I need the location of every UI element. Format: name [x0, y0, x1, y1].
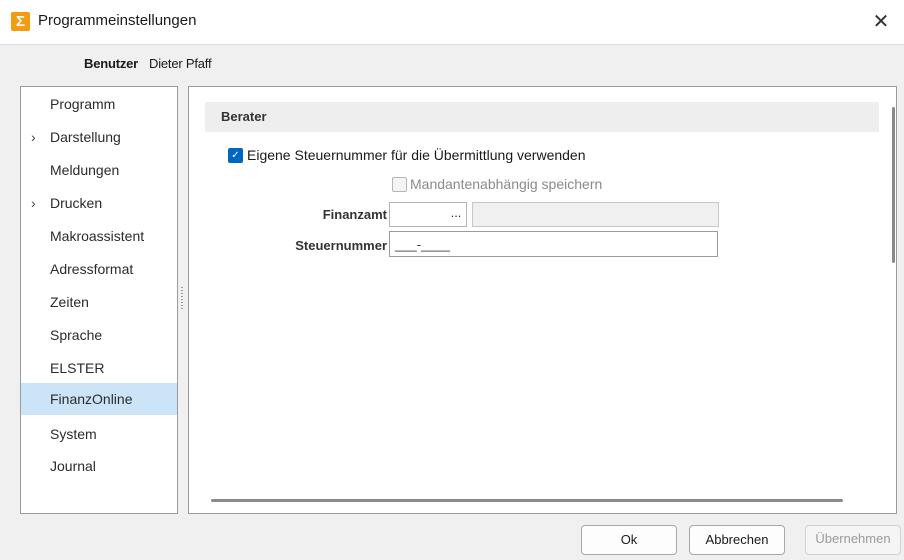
- nav-item-journal[interactable]: Journal: [21, 450, 177, 482]
- cancel-button[interactable]: Abbrechen: [689, 525, 785, 555]
- settings-content: Berater ✓ Eigene Steuernummer für die Üb…: [188, 86, 897, 514]
- nav-item-darstellung[interactable]: › Darstellung: [21, 121, 177, 153]
- ok-button[interactable]: Ok: [581, 525, 677, 555]
- nav-item-label: Adressformat: [50, 261, 134, 277]
- tax-office-code-input[interactable]: [389, 202, 447, 227]
- nav-item-zeiten[interactable]: Zeiten: [21, 286, 177, 318]
- tax-number-label: Steuernummer: [295, 238, 387, 253]
- nav-item-label: Meldungen: [50, 162, 120, 178]
- chevron-right-icon[interactable]: ›: [31, 187, 36, 219]
- user-bar: Benutzer Dieter Pfaff: [0, 45, 904, 77]
- nav-item-label: Journal: [50, 458, 96, 474]
- nav-item-label: ELSTER: [50, 360, 105, 376]
- nav-item-makroassistent[interactable]: Makroassistent: [21, 220, 177, 252]
- nav-item-drucken[interactable]: › Drucken: [21, 187, 177, 219]
- section-header: Berater: [205, 102, 879, 132]
- nav-item-programm[interactable]: Programm: [21, 88, 177, 120]
- nav-item-adressformat[interactable]: Adressformat: [21, 253, 177, 285]
- nav-item-label: Darstellung: [50, 129, 121, 145]
- user-name: Dieter Pfaff: [149, 56, 212, 71]
- nav-item-meldungen[interactable]: Meldungen: [21, 154, 177, 186]
- horizontal-scrollbar[interactable]: [211, 499, 843, 502]
- tax-office-label: Finanzamt: [322, 207, 387, 222]
- vertical-scrollbar[interactable]: [892, 107, 895, 263]
- nav-item-label: Sprache: [50, 327, 103, 343]
- nav-item-system[interactable]: System: [21, 418, 177, 450]
- nav-item-elster[interactable]: ELSTER: [21, 352, 177, 384]
- nav-item-finanzonline[interactable]: FinanzOnline: [21, 383, 177, 415]
- nav-item-label: System: [50, 426, 97, 442]
- tax-office-browse-button[interactable]: ...: [446, 202, 467, 227]
- close-icon[interactable]: ✕: [858, 0, 904, 44]
- per-client-label: Mandantenabhängig speichern: [410, 176, 603, 192]
- tax-office-name-field: [472, 202, 719, 227]
- user-label: Benutzer: [84, 56, 139, 71]
- own-tax-number-label[interactable]: Eigene Steuernummer für die Übermittlung…: [247, 147, 586, 163]
- nav-item-label: Zeiten: [50, 294, 89, 310]
- title-bar: Σ Programmeinstellungen ✕: [0, 0, 904, 45]
- own-tax-number-checkbox[interactable]: ✓: [228, 148, 243, 163]
- tax-number-input[interactable]: ___-____: [389, 231, 718, 257]
- settings-nav: Programm › Darstellung Meldungen › Druck…: [20, 86, 178, 514]
- chevron-right-icon[interactable]: ›: [31, 121, 36, 153]
- splitter-handle[interactable]: [181, 287, 183, 311]
- nav-item-sprache[interactable]: Sprache: [21, 319, 177, 351]
- window-title: Programmeinstellungen: [38, 12, 197, 29]
- nav-item-label: Makroassistent: [50, 228, 145, 244]
- nav-item-label: Drucken: [50, 195, 103, 211]
- nav-item-label: Programm: [50, 96, 116, 112]
- apply-button[interactable]: Übernehmen: [805, 525, 901, 555]
- section-title: Berater: [221, 109, 267, 124]
- per-client-checkbox[interactable]: [392, 177, 407, 192]
- app-sigma-icon: Σ: [11, 12, 30, 31]
- nav-item-label: FinanzOnline: [50, 391, 133, 407]
